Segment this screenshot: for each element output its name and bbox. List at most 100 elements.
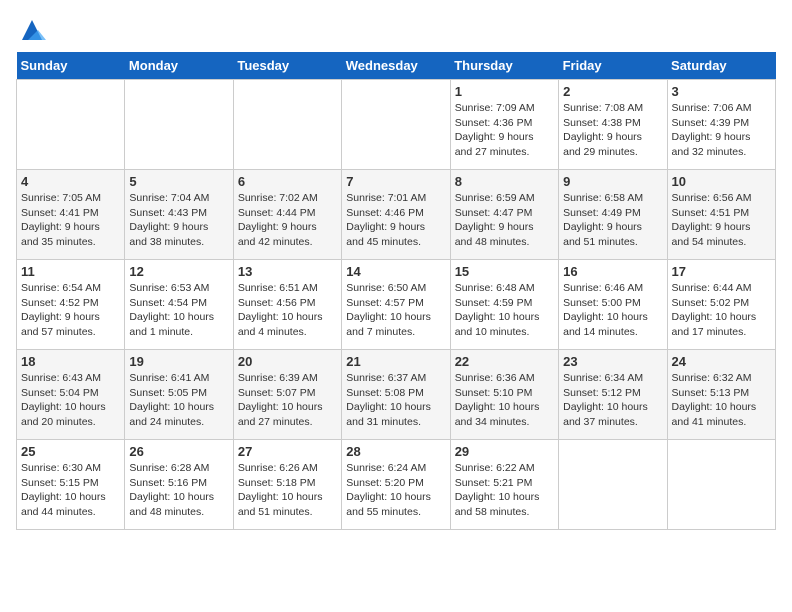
weekday-header-wednesday: Wednesday	[342, 52, 450, 80]
calendar-cell: 2Sunrise: 7:08 AMSunset: 4:38 PMDaylight…	[559, 80, 667, 170]
calendar-cell: 27 Sunrise: 6:26 AMSunset: 5:18 PMDayligh…	[233, 440, 341, 530]
weekday-header-friday: Friday	[559, 52, 667, 80]
calendar-cell: 17 Sunrise: 6:44 AMSunset: 5:02 PMDayligh…	[667, 260, 775, 350]
day-info: Sunrise: 7:01 AMSunset: 4:46 PMDaylight:…	[346, 191, 445, 250]
calendar-cell: 13 Sunrise: 6:51 AMSunset: 4:56 PMDayligh…	[233, 260, 341, 350]
calendar-week-row: 11 Sunrise: 6:54 AMSunset: 4:52 PMDayligh…	[17, 260, 776, 350]
day-number: 21	[346, 354, 445, 369]
calendar-header: SundayMondayTuesdayWednesdayThursdayFrid…	[17, 52, 776, 80]
calendar-cell	[667, 440, 775, 530]
day-info: Sunrise: 6:24 AMSunset: 5:20 PMDaylight:…	[346, 461, 445, 520]
calendar-cell: 16 Sunrise: 6:46 AMSunset: 5:00 PMDayligh…	[559, 260, 667, 350]
logo-icon	[18, 16, 46, 44]
calendar-cell	[17, 80, 125, 170]
calendar-cell: 6 Sunrise: 7:02 AMSunset: 4:44 PMDaylight…	[233, 170, 341, 260]
day-number: 9	[563, 174, 662, 189]
day-number: 18	[21, 354, 120, 369]
calendar-week-row: 18 Sunrise: 6:43 AMSunset: 5:04 PMDayligh…	[17, 350, 776, 440]
day-number: 13	[238, 264, 337, 279]
calendar-cell: 5 Sunrise: 7:04 AMSunset: 4:43 PMDaylight…	[125, 170, 233, 260]
day-info: Sunrise: 6:51 AMSunset: 4:56 PMDaylight:…	[238, 281, 337, 340]
day-number: 17	[672, 264, 771, 279]
day-number: 14	[346, 264, 445, 279]
calendar-cell: 25Sunrise: 6:30 AMSunset: 5:15 PMDayligh…	[17, 440, 125, 530]
weekday-header-monday: Monday	[125, 52, 233, 80]
day-number: 7	[346, 174, 445, 189]
day-info: Sunrise: 6:41 AMSunset: 5:05 PMDaylight:…	[129, 371, 228, 430]
calendar-cell: 24 Sunrise: 6:32 AMSunset: 5:13 PMDayligh…	[667, 350, 775, 440]
day-info: Sunrise: 6:54 AMSunset: 4:52 PMDaylight:…	[21, 281, 120, 340]
day-info: Sunrise: 6:32 AMSunset: 5:13 PMDaylight:…	[672, 371, 771, 430]
calendar-cell: 22 Sunrise: 6:36 AMSunset: 5:10 PMDayligh…	[450, 350, 558, 440]
calendar-week-row: 25Sunrise: 6:30 AMSunset: 5:15 PMDayligh…	[17, 440, 776, 530]
page-header	[16, 16, 776, 44]
calendar-cell: 15Sunrise: 6:48 AMSunset: 4:59 PMDayligh…	[450, 260, 558, 350]
calendar-table: SundayMondayTuesdayWednesdayThursdayFrid…	[16, 52, 776, 530]
day-info: Sunrise: 6:34 AMSunset: 5:12 PMDaylight:…	[563, 371, 662, 430]
weekday-header-tuesday: Tuesday	[233, 52, 341, 80]
calendar-cell: 26 Sunrise: 6:28 AMSunset: 5:16 PMDayligh…	[125, 440, 233, 530]
day-info: Sunrise: 6:58 AMSunset: 4:49 PMDaylight:…	[563, 191, 662, 250]
day-number: 20	[238, 354, 337, 369]
calendar-cell: 11 Sunrise: 6:54 AMSunset: 4:52 PMDayligh…	[17, 260, 125, 350]
calendar-cell: 14 Sunrise: 6:50 AMSunset: 4:57 PMDayligh…	[342, 260, 450, 350]
day-info: Sunrise: 6:50 AMSunset: 4:57 PMDaylight:…	[346, 281, 445, 340]
calendar-week-row: 1 Sunrise: 7:09 AMSunset: 4:36 PMDaylight…	[17, 80, 776, 170]
day-number: 27	[238, 444, 337, 459]
day-info: Sunrise: 7:09 AMSunset: 4:36 PMDaylight:…	[455, 101, 554, 160]
day-number: 24	[672, 354, 771, 369]
day-number: 26	[129, 444, 228, 459]
day-number: 15	[455, 264, 554, 279]
calendar-cell: 28 Sunrise: 6:24 AMSunset: 5:20 PMDayligh…	[342, 440, 450, 530]
day-number: 28	[346, 444, 445, 459]
day-number: 4	[21, 174, 120, 189]
day-info: Sunrise: 6:53 AMSunset: 4:54 PMDaylight:…	[129, 281, 228, 340]
day-info: Sunrise: 6:46 AMSunset: 5:00 PMDaylight:…	[563, 281, 662, 340]
day-info: Sunrise: 6:26 AMSunset: 5:18 PMDaylight:…	[238, 461, 337, 520]
day-info: Sunrise: 6:44 AMSunset: 5:02 PMDaylight:…	[672, 281, 771, 340]
calendar-cell: 4 Sunrise: 7:05 AMSunset: 4:41 PMDaylight…	[17, 170, 125, 260]
calendar-cell: 10Sunrise: 6:56 AMSunset: 4:51 PMDayligh…	[667, 170, 775, 260]
day-number: 16	[563, 264, 662, 279]
logo	[16, 16, 46, 44]
day-number: 2	[563, 84, 662, 99]
day-info: Sunrise: 7:02 AMSunset: 4:44 PMDaylight:…	[238, 191, 337, 250]
weekday-header-saturday: Saturday	[667, 52, 775, 80]
weekday-header-thursday: Thursday	[450, 52, 558, 80]
day-number: 29	[455, 444, 554, 459]
day-info: Sunrise: 6:39 AMSunset: 5:07 PMDaylight:…	[238, 371, 337, 430]
calendar-cell: 20 Sunrise: 6:39 AMSunset: 5:07 PMDayligh…	[233, 350, 341, 440]
calendar-cell: 18 Sunrise: 6:43 AMSunset: 5:04 PMDayligh…	[17, 350, 125, 440]
calendar-cell: 7 Sunrise: 7:01 AMSunset: 4:46 PMDaylight…	[342, 170, 450, 260]
calendar-cell: 8Sunrise: 6:59 AMSunset: 4:47 PMDaylight…	[450, 170, 558, 260]
calendar-cell	[233, 80, 341, 170]
day-number: 8	[455, 174, 554, 189]
day-info: Sunrise: 6:43 AMSunset: 5:04 PMDaylight:…	[21, 371, 120, 430]
calendar-cell	[342, 80, 450, 170]
calendar-cell: 12Sunrise: 6:53 AMSunset: 4:54 PMDayligh…	[125, 260, 233, 350]
calendar-cell	[125, 80, 233, 170]
calendar-cell: 23 Sunrise: 6:34 AMSunset: 5:12 PMDayligh…	[559, 350, 667, 440]
day-number: 19	[129, 354, 228, 369]
day-number: 5	[129, 174, 228, 189]
day-number: 11	[21, 264, 120, 279]
weekday-header-row: SundayMondayTuesdayWednesdayThursdayFrid…	[17, 52, 776, 80]
day-number: 25	[21, 444, 120, 459]
calendar-cell: 19 Sunrise: 6:41 AMSunset: 5:05 PMDayligh…	[125, 350, 233, 440]
day-info: Sunrise: 7:04 AMSunset: 4:43 PMDaylight:…	[129, 191, 228, 250]
day-number: 22	[455, 354, 554, 369]
day-number: 6	[238, 174, 337, 189]
day-info: Sunrise: 6:36 AMSunset: 5:10 PMDaylight:…	[455, 371, 554, 430]
calendar-week-row: 4 Sunrise: 7:05 AMSunset: 4:41 PMDaylight…	[17, 170, 776, 260]
day-number: 23	[563, 354, 662, 369]
day-number: 1	[455, 84, 554, 99]
day-info: Sunrise: 7:06 AMSunset: 4:39 PMDaylight:…	[672, 101, 771, 160]
day-info: Sunrise: 6:22 AMSunset: 5:21 PMDaylight:…	[455, 461, 554, 520]
calendar-cell: 21 Sunrise: 6:37 AMSunset: 5:08 PMDayligh…	[342, 350, 450, 440]
calendar-cell: 29 Sunrise: 6:22 AMSunset: 5:21 PMDayligh…	[450, 440, 558, 530]
day-info: Sunrise: 6:28 AMSunset: 5:16 PMDaylight:…	[129, 461, 228, 520]
calendar-body: 1 Sunrise: 7:09 AMSunset: 4:36 PMDaylight…	[17, 80, 776, 530]
day-info: Sunrise: 6:37 AMSunset: 5:08 PMDaylight:…	[346, 371, 445, 430]
day-info: Sunrise: 7:05 AMSunset: 4:41 PMDaylight:…	[21, 191, 120, 250]
calendar-cell	[559, 440, 667, 530]
